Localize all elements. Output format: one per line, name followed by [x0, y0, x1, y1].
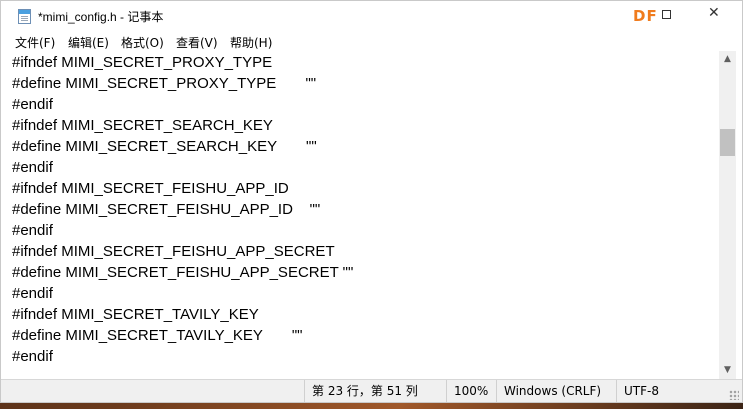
window-title: *mimi_config.h - 记事本	[38, 10, 164, 24]
code-line: #ifndef MIMI_SECRET_TAVILY_KEY	[12, 306, 259, 323]
notepad-icon	[18, 9, 31, 24]
code-line: #endif	[12, 96, 53, 113]
menu-bar: 文件(F) 编辑(E) 格式(O) 查看(V) 帮助(H)	[1, 31, 742, 51]
code-line: #endif	[12, 222, 53, 239]
menu-format[interactable]: 格式(O)	[121, 34, 164, 51]
notepad-window: *mimi_config.h - 记事本 DF ✕ 文件(F) 编辑(E) 格式…	[0, 0, 743, 403]
close-icon: ✕	[708, 5, 720, 21]
menu-file[interactable]: 文件(F)	[15, 34, 55, 51]
code-line: #ifndef MIMI_SECRET_PROXY_TYPE	[12, 54, 273, 71]
code-line: #endif	[12, 285, 53, 302]
cursor-position: 第 23 行，第 51 列	[304, 380, 442, 402]
scroll-down-icon[interactable]: ▼	[719, 362, 736, 379]
code-line: #define MIMI_SECRET_PROXY_TYPE ""	[12, 75, 317, 92]
maximize-button[interactable]	[644, 1, 690, 31]
code-line: #ifndef MIMI_SECRET_FEISHU_APP_SECRET	[12, 243, 335, 260]
code-line: #endif	[12, 159, 53, 176]
zoom-level: 100%	[446, 380, 494, 402]
code-line: #define MIMI_SECRET_FEISHU_APP_ID ""	[12, 201, 321, 218]
line-ending: Windows (CRLF)	[496, 380, 609, 402]
status-bar: 第 23 行，第 51 列 100% Windows (CRLF) UTF-8	[1, 379, 742, 402]
menu-view[interactable]: 查看(V)	[176, 34, 218, 51]
code-line: #define MIMI_SECRET_FEISHU_APP_SECRET ""	[12, 264, 354, 281]
code-line: #define MIMI_SECRET_SEARCH_KEY ""	[12, 138, 317, 155]
close-button[interactable]: ✕	[691, 1, 737, 31]
menu-help[interactable]: 帮助(H)	[230, 34, 272, 51]
resize-grip-icon[interactable]	[729, 390, 739, 400]
scroll-up-icon[interactable]: ▲	[719, 51, 736, 68]
code-line: #define MIMI_SECRET_TAVILY_KEY ""	[12, 327, 303, 344]
title-bar[interactable]: *mimi_config.h - 记事本 DF ✕	[1, 1, 742, 31]
encoding: UTF-8	[616, 380, 704, 402]
code-line: #ifndef MIMI_SECRET_FEISHU_APP_ID	[12, 180, 289, 197]
vertical-scrollbar[interactable]: ▲ ▼	[719, 51, 736, 379]
menu-edit[interactable]: 编辑(E)	[68, 34, 109, 51]
code-line: #ifndef MIMI_SECRET_SEARCH_KEY	[12, 117, 273, 134]
code-line: #endif	[12, 348, 53, 365]
maximize-icon	[662, 10, 671, 19]
scrollbar-thumb[interactable]	[720, 129, 735, 156]
text-editor[interactable]: #ifndef MIMI_SECRET_PROXY_TYPE #define M…	[1, 51, 719, 379]
